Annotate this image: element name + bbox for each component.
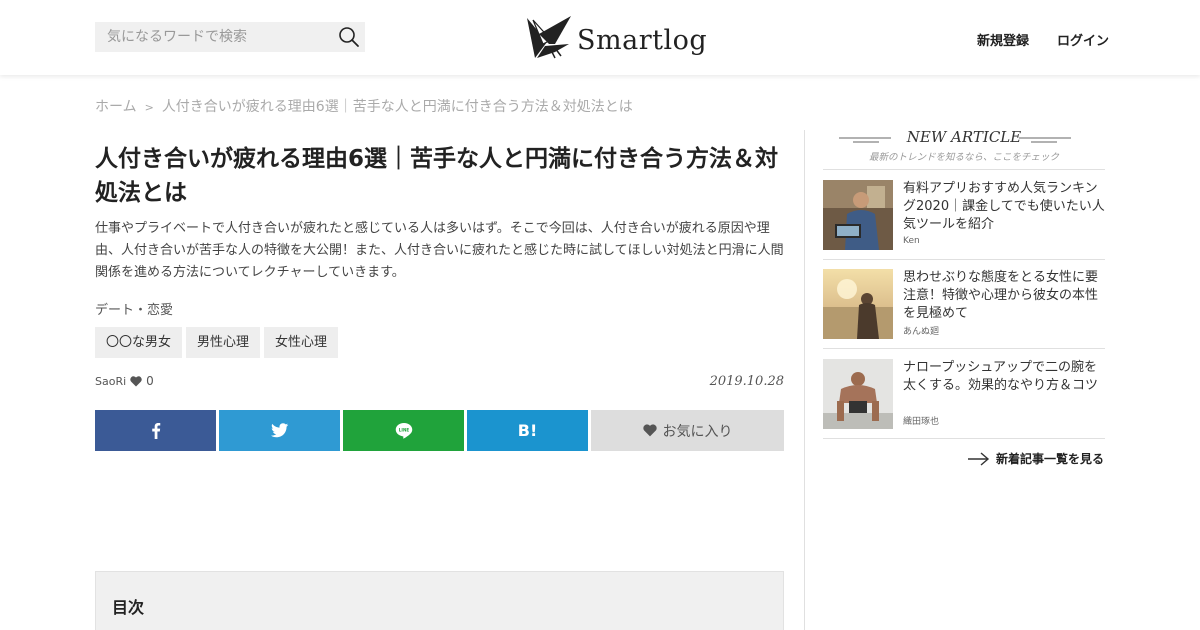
tag-list: 〇〇な男女 男性心理 女性心理	[95, 327, 339, 358]
sidebar-subheading: 最新のトレンドを知るなら、ここをチェック	[868, 152, 1059, 163]
search-box	[95, 22, 365, 52]
like-count: 0	[146, 374, 154, 388]
sidebar-divider	[823, 259, 1105, 260]
tag-item[interactable]: 男性心理	[186, 327, 261, 358]
hatena-bookmark-button[interactable]: B!	[467, 410, 588, 451]
article-lead: 仕事やプライベートで人付き合いが疲れたと感じている人は多いはず。そこで今回は、人…	[95, 221, 784, 280]
article-thumbnail[interactable]	[823, 359, 893, 429]
article-card[interactable]: ナロープッシュアップで二の腕を太くする。効果的なやり方＆コツ 織田琢也	[823, 359, 1105, 429]
search-icon[interactable]	[337, 25, 361, 49]
article-title: 人付き合いが疲れる理由6選｜苦手な人と円満に付き合う方法＆対処法とは	[95, 146, 779, 206]
line-icon: LINE	[395, 423, 412, 439]
favorite-button[interactable]: お気に入り	[591, 410, 784, 451]
heart-icon	[130, 375, 142, 386]
toc-title: 目次	[112, 598, 145, 617]
sidebar-divider	[823, 169, 1105, 170]
twitter-share-button[interactable]	[219, 410, 340, 451]
publish-date: 2019.10.28	[709, 374, 784, 389]
article-card-title[interactable]: ナロープッシュアップで二の腕を太くする。効果的なやり方＆コツ	[903, 359, 1105, 395]
hatena-icon: B!	[517, 421, 538, 440]
article-card-title[interactable]: 有料アプリおすすめ人気ランキング2020｜課金してでも使いたい人気ツールを紹介	[903, 180, 1105, 234]
facebook-icon	[151, 422, 160, 439]
more-articles-link[interactable]: 新着記事一覧を見る	[968, 450, 1104, 467]
arrow-right-icon	[968, 451, 990, 466]
article-thumbnail[interactable]	[823, 180, 893, 250]
heading-ornament-right	[1019, 137, 1071, 143]
breadcrumb: ホーム > 人付き合いが疲れる理由6選｜苦手な人と円満に付き合う方法＆対処法とは	[95, 96, 633, 116]
bird-logo-icon	[527, 16, 571, 59]
article-card[interactable]: 有料アプリおすすめ人気ランキング2020｜課金してでも使いたい人気ツールを紹介 …	[823, 180, 1105, 250]
article-card-author: Ken	[903, 236, 920, 246]
column-divider	[804, 130, 805, 630]
more-articles-label: 新着記事一覧を見る	[996, 452, 1105, 466]
search-input[interactable]	[95, 22, 330, 52]
tag-item[interactable]: 〇〇な男女	[95, 327, 183, 358]
article-thumbnail[interactable]	[823, 269, 893, 339]
logo-text: Smartlog	[577, 25, 708, 56]
article-card-author: 織田琢也	[903, 417, 940, 427]
sidebar-divider	[823, 348, 1105, 349]
breadcrumb-separator: >	[144, 101, 154, 114]
breadcrumb-home[interactable]: ホーム	[95, 99, 137, 115]
signup-link[interactable]: 新規登録	[977, 30, 1029, 49]
article-card-author: あんぬ廻	[903, 327, 940, 337]
share-bar: LINE B! お気に入り	[95, 410, 784, 451]
author-name[interactable]: SaoRi	[95, 375, 126, 388]
table-of-contents: 目次	[95, 571, 784, 630]
breadcrumb-current: 人付き合いが疲れる理由6選｜苦手な人と円満に付き合う方法＆対処法とは	[161, 99, 633, 115]
line-share-button[interactable]: LINE	[343, 410, 464, 451]
facebook-share-button[interactable]	[95, 410, 216, 451]
favorite-label: お気に入り	[662, 423, 733, 440]
article-card[interactable]: 思わせぶりな態度をとる女性に要注意！特徴や心理から彼女の本性を見極めて あんぬ廻	[823, 269, 1105, 339]
site-logo[interactable]: Smartlog	[525, 12, 707, 62]
heading-ornament-left	[839, 137, 891, 143]
svg-text:LINE: LINE	[398, 428, 409, 433]
heart-icon	[642, 424, 657, 437]
site-header: Smartlog 新規登録 ログイン	[0, 0, 1200, 75]
twitter-icon	[270, 423, 288, 438]
article-category[interactable]: デート・恋愛	[95, 299, 173, 318]
new-article-heading: NEW ARTICLE 最新のトレンドを知るなら、ここをチェック	[823, 128, 1105, 163]
sidebar-divider	[823, 438, 1105, 439]
tag-item[interactable]: 女性心理	[264, 327, 339, 358]
author-row: SaoRi 0	[95, 374, 154, 388]
article-card-title[interactable]: 思わせぶりな態度をとる女性に要注意！特徴や心理から彼女の本性を見極めて	[903, 269, 1105, 323]
login-link[interactable]: ログイン	[1057, 30, 1109, 49]
